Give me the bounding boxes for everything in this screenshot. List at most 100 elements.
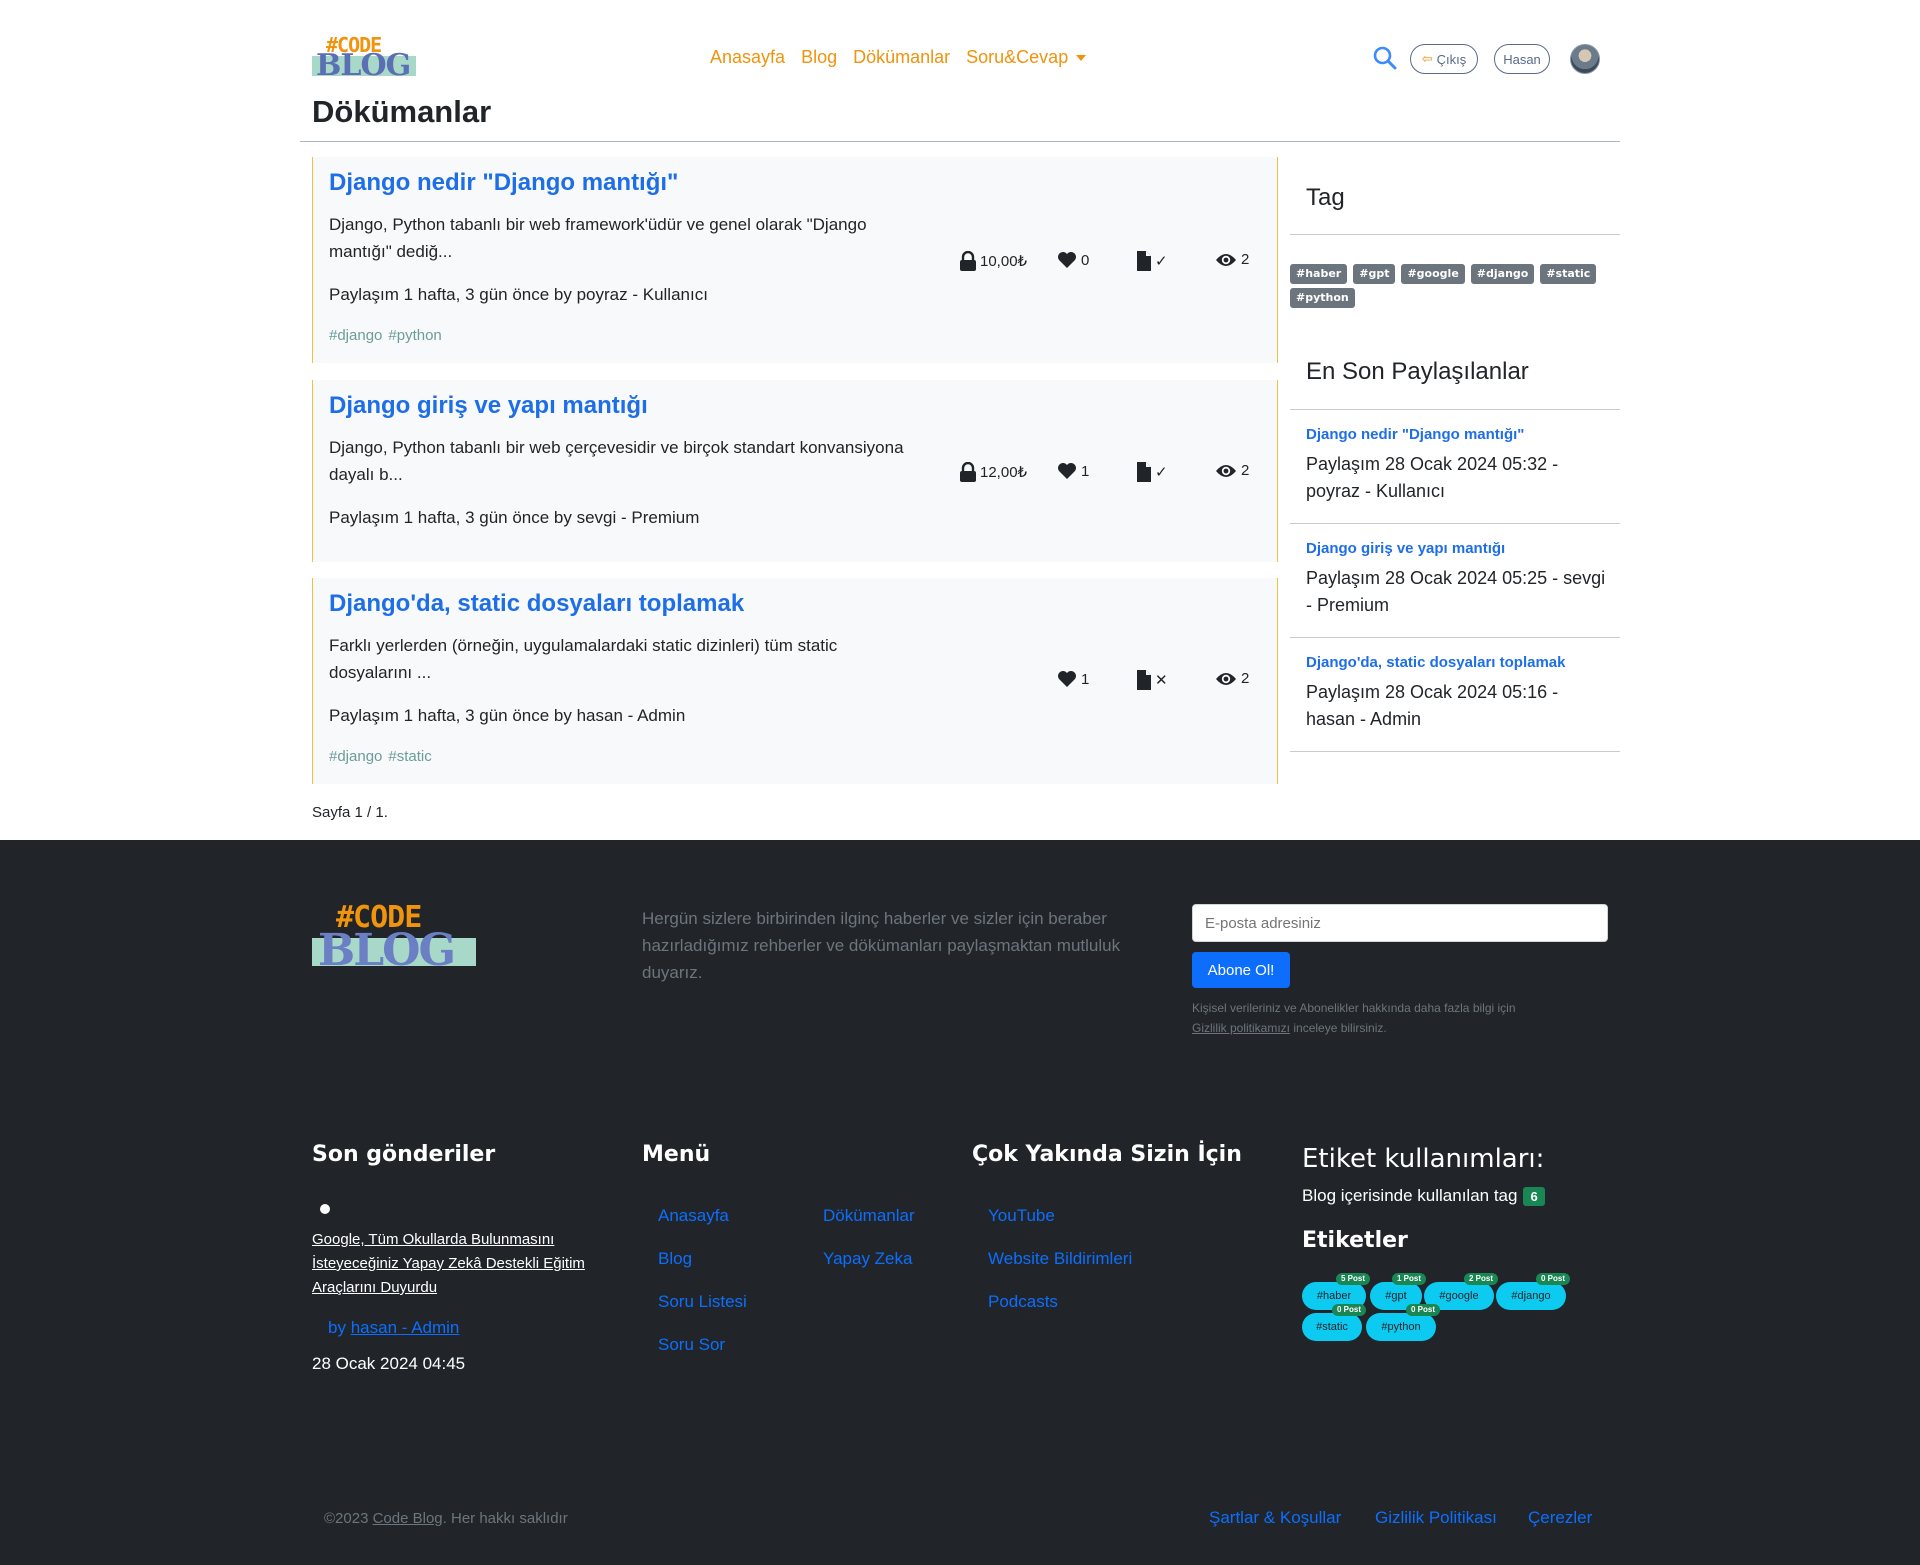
- footer-menu-ai[interactable]: Yapay Zeka: [823, 1249, 912, 1269]
- sidebar-tag[interactable]: #haber: [1290, 264, 1348, 284]
- user-profile-button[interactable]: Hasan: [1494, 44, 1550, 74]
- privacy-suffix: inceleye bilirsiniz.: [1293, 1021, 1387, 1035]
- footer-tag-name: #python: [1381, 1321, 1421, 1333]
- doc-status-mark: ✓: [1155, 253, 1168, 270]
- copyright-link[interactable]: Code Blog: [373, 1510, 443, 1527]
- site-footer: #CODE BLOG Hergün sizlere birbirinden il…: [0, 840, 1920, 1565]
- privacy-link[interactable]: Gizlilik politikamızı: [1192, 1021, 1290, 1035]
- sidebar-tag[interactable]: #google: [1401, 264, 1465, 284]
- sidebar-recent-item: Django giriş ve yapı mantığı Paylaşım 28…: [1306, 540, 1606, 619]
- footer-tag-count: 2 Post: [1463, 1273, 1498, 1285]
- nav-qa-dropdown[interactable]: Soru&Cevap: [966, 47, 1087, 68]
- sidebar-divider: [1290, 234, 1620, 235]
- author-link[interactable]: hasan - Admin: [351, 1318, 460, 1337]
- price-value: 10,00₺: [980, 253, 1028, 270]
- cookies-link[interactable]: Çerezler: [1528, 1508, 1592, 1528]
- footer-soon-notifications[interactable]: Website Bildirimleri: [988, 1249, 1132, 1269]
- post-tag[interactable]: #django: [329, 327, 382, 344]
- privacy-policy-link[interactable]: Gizlilik Politikası: [1375, 1508, 1497, 1528]
- sidebar-recent-item: Django'da, static dosyaları toplamak Pay…: [1306, 654, 1606, 733]
- post-title[interactable]: Django giriş ve yapı mantığı: [329, 392, 648, 420]
- copyright-suffix: . Her hakkı saklıdır: [442, 1510, 568, 1527]
- tag-usage-text: Blog içerisinde kullanılan tag: [1302, 1186, 1518, 1205]
- sidebar-divider: [1290, 409, 1620, 410]
- likes-count: 1: [1081, 462, 1090, 480]
- footer-menu-home[interactable]: Anasayfa: [658, 1206, 729, 1226]
- main-nav: Anasayfa Blog Dökümanlar Soru&Cevap: [710, 47, 1087, 68]
- recent-post-link[interactable]: Django nedir "Django mantığı": [1306, 426, 1606, 443]
- nav-blog[interactable]: Blog: [801, 47, 837, 68]
- sidebar-divider: [1290, 637, 1620, 638]
- sign-out-icon: ⇦: [1421, 51, 1433, 66]
- recent-post-meta: Paylaşım 28 Ocak 2024 05:25 - sevgi - Pr…: [1306, 568, 1606, 615]
- file-icon: [1137, 670, 1151, 690]
- footer-menu-ask-question[interactable]: Soru Sor: [658, 1335, 725, 1355]
- site-logo[interactable]: #CODE BLOG: [312, 34, 416, 82]
- footer-tag-count: 5 Post: [1335, 1273, 1370, 1285]
- recent-post-link[interactable]: Django'da, static dosyaları toplamak: [1306, 654, 1606, 671]
- post-views: 2: [1215, 670, 1249, 687]
- doc-status-mark: ✕: [1155, 672, 1168, 689]
- search-icon[interactable]: [1372, 45, 1398, 71]
- footer-tag[interactable]: #python 0 Post: [1366, 1304, 1440, 1341]
- post-likes[interactable]: 0: [1057, 251, 1089, 269]
- logout-button[interactable]: ⇦ Çıkış: [1410, 44, 1478, 74]
- caret-down-icon: [1076, 55, 1087, 62]
- post-views: 2: [1215, 251, 1249, 268]
- footer-menu-heading: Menü: [642, 1142, 711, 1167]
- footer-tag[interactable]: #static 0 Post: [1302, 1304, 1366, 1341]
- sidebar-divider: [1290, 751, 1620, 752]
- page-title: Dökümanlar: [312, 94, 492, 129]
- list-bullet: [320, 1204, 330, 1214]
- footer-soon-youtube[interactable]: YouTube: [988, 1206, 1055, 1226]
- post-doc-status: ✓: [1137, 251, 1168, 271]
- post-tag[interactable]: #django: [329, 748, 382, 765]
- footer-tag-usage-heading: Etiket kullanımları:: [1302, 1144, 1545, 1174]
- heart-icon: [1058, 463, 1076, 479]
- lock-icon: [960, 251, 976, 271]
- footer-tag[interactable]: #django 0 Post: [1496, 1273, 1570, 1310]
- footer-menu-blog[interactable]: Blog: [658, 1249, 692, 1269]
- post-likes[interactable]: 1: [1057, 462, 1089, 480]
- price-value: 12,00₺: [980, 464, 1028, 481]
- tag-usage-summary: Blog içerisinde kullanılan tag 6: [1302, 1186, 1545, 1206]
- eye-icon: [1216, 464, 1236, 477]
- recent-post-link[interactable]: Django giriş ve yapı mantığı: [1306, 540, 1606, 557]
- sidebar-tag-heading: Tag: [1306, 184, 1345, 211]
- post-tag[interactable]: #static: [388, 748, 431, 765]
- nav-home[interactable]: Anasayfa: [710, 47, 785, 68]
- post-price: 10,00₺: [960, 251, 1027, 271]
- privacy-text: Kişisel verileriniz ve Abonelikler hakkı…: [1192, 1001, 1516, 1015]
- likes-count: 0: [1081, 251, 1090, 269]
- sidebar-tag[interactable]: #python: [1290, 288, 1355, 308]
- post-meta: Paylaşım 1 hafta, 3 gün önce by hasan - …: [329, 706, 686, 725]
- post-meta: Paylaşım 1 hafta, 3 gün önce by poyraz -…: [329, 285, 708, 304]
- post-card: Django nedir "Django mantığı" Django, Py…: [312, 157, 1278, 363]
- post-title[interactable]: Django'da, static dosyaları toplamak: [329, 590, 744, 618]
- footer-recent-post-link[interactable]: Google, Tüm Okullarda Bulunmasını İsteye…: [312, 1228, 612, 1300]
- subscribe-button[interactable]: Abone Ol!: [1192, 952, 1290, 988]
- nav-docs[interactable]: Dökümanlar: [853, 47, 950, 68]
- sidebar-tag[interactable]: #gpt: [1353, 264, 1396, 284]
- footer-description: Hergün sizlere birbirinden ilginç haberl…: [642, 909, 1121, 982]
- avatar[interactable]: [1570, 44, 1600, 74]
- post-title[interactable]: Django nedir "Django mantığı": [329, 169, 678, 197]
- footer-tag-name: #haber: [1316, 1290, 1352, 1302]
- post-tag[interactable]: #python: [388, 327, 441, 344]
- footer-menu-docs[interactable]: Dökümanlar: [823, 1206, 915, 1226]
- post-likes[interactable]: 1: [1057, 670, 1089, 688]
- privacy-note: Kişisel verileriniz ve Abonelikler hakkı…: [1192, 998, 1612, 1038]
- terms-link[interactable]: Şartlar & Koşullar: [1209, 1508, 1341, 1528]
- sidebar-recent-item: Django nedir "Django mantığı" Paylaşım 2…: [1306, 426, 1606, 505]
- sidebar-tag-list: #haber #gpt #google #django #static #pyt…: [1290, 264, 1610, 308]
- sidebar-tag[interactable]: #django: [1470, 264, 1535, 284]
- newsletter-email-input[interactable]: [1192, 904, 1608, 942]
- footer-tag-count: 0 Post: [1535, 1273, 1570, 1285]
- footer-soon-podcasts[interactable]: Podcasts: [988, 1292, 1058, 1312]
- sidebar-tag[interactable]: #static: [1540, 264, 1597, 284]
- footer-logo[interactable]: #CODE BLOG: [312, 902, 476, 976]
- footer-recent-post-date: 28 Ocak 2024 04:45: [312, 1354, 466, 1373]
- post-card: Django'da, static dosyaları toplamak Far…: [312, 578, 1278, 784]
- footer-tag-name: #django: [1511, 1290, 1551, 1302]
- footer-menu-question-list[interactable]: Soru Listesi: [658, 1292, 747, 1312]
